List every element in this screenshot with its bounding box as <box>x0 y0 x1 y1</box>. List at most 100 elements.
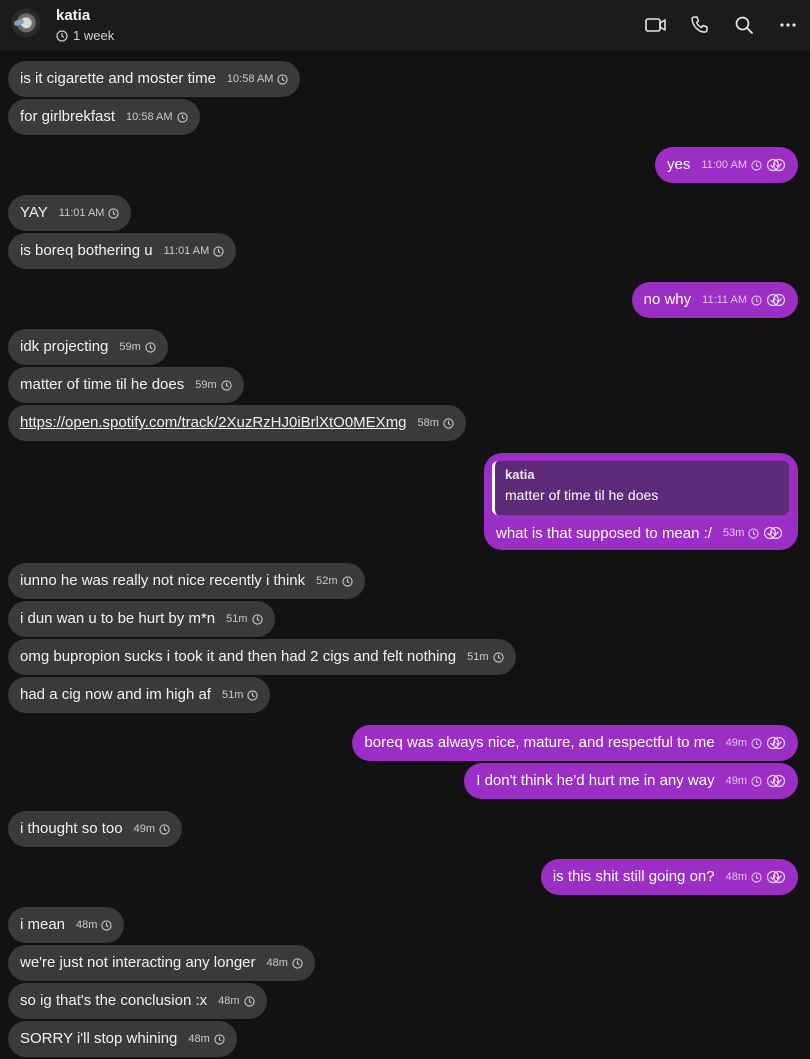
message-time: 10:58 AM <box>226 73 274 85</box>
message-text: YAY <box>20 204 48 221</box>
phone-icon[interactable] <box>678 3 722 47</box>
message-bubble-incoming[interactable]: had a cig now and im high af 51m <box>8 677 271 713</box>
message-meta: 11:01 AM <box>59 195 120 231</box>
message-bubble-incoming[interactable]: matter of time til he does 59m <box>8 367 244 403</box>
clock-icon <box>751 871 762 883</box>
clock-icon <box>159 823 170 835</box>
clock-icon <box>492 651 504 663</box>
message-meta: 11:11 AM <box>702 282 786 318</box>
read-receipt-icon <box>766 870 786 884</box>
message-bubble-incoming[interactable]: YAY 11:01 AM <box>8 195 132 231</box>
message-bubble-incoming[interactable]: SORRY i'll stop whining 48m <box>8 1021 237 1057</box>
message-time: 11:01 AM <box>163 245 210 257</box>
clock-icon <box>751 737 762 749</box>
message-bubble-incoming[interactable]: for girlbrekfast 10:58 AM <box>8 99 200 135</box>
message-bubble-incoming[interactable]: we're just not interacting any longer 48m <box>8 945 315 981</box>
message-bubble-incoming[interactable]: is it cigarette and moster time 10:58 AM <box>8 61 301 97</box>
message-text: so ig that's the conclusion :x <box>20 992 208 1009</box>
message-text: is this shit still going on? <box>552 868 715 885</box>
message-bubble-outgoing[interactable]: boreq was always nice, mature, and respe… <box>352 725 798 761</box>
clock-icon <box>214 1033 225 1045</box>
message-bubble-incoming[interactable]: omg bupropion sucks i took it and then h… <box>8 639 516 675</box>
message-text: is it cigarette and moster time <box>20 70 216 87</box>
message-text: omg bupropion sucks i took it and then h… <box>20 648 457 665</box>
message-time: 10:58 AM <box>126 111 173 123</box>
message-text: boreq was always nice, mature, and respe… <box>364 734 715 751</box>
clock-icon <box>176 111 188 123</box>
clock-icon <box>751 159 762 171</box>
message-link[interactable]: https://open.spotify.com/track/2XuzRzHJ0… <box>20 405 407 441</box>
clock-icon <box>251 613 263 625</box>
message-bubble-incoming[interactable]: is boreq bothering u 11:01 AM <box>8 233 237 269</box>
message-meta: 52m <box>316 563 353 599</box>
clock-icon <box>101 919 113 931</box>
search-icon[interactable] <box>722 3 766 47</box>
message-time: 53m <box>722 527 745 539</box>
message-time: 48m <box>266 957 288 969</box>
message-time: 52m <box>316 575 338 587</box>
clock-icon <box>292 957 303 969</box>
message-text: i dun wan u to be hurt by m*n <box>20 610 216 627</box>
message-bubble-incoming[interactable]: i thought so too 49m <box>8 811 182 847</box>
clock-icon <box>341 575 353 587</box>
message-meta: 49m <box>134 811 170 847</box>
message-meta: 11:00 AM <box>701 147 786 183</box>
message-text: matter of time til he does <box>20 376 185 393</box>
message-text: no why <box>643 291 692 308</box>
message-bubble-incoming[interactable]: i mean 48m <box>8 907 125 943</box>
contact-name[interactable]: katia <box>56 7 90 24</box>
message-meta: 48m <box>188 1021 225 1057</box>
message-text: iunno he was really not nice recently i … <box>20 572 306 589</box>
message-bubble-outgoing[interactable]: is this shit still going on? 48m <box>540 859 798 895</box>
message-meta: 10:58 AM <box>226 61 289 97</box>
avatar[interactable] <box>8 8 41 41</box>
clock-icon <box>748 527 760 539</box>
message-time: 11:00 AM <box>701 159 747 171</box>
message-bubble-incoming[interactable]: i dun wan u to be hurt by m*n 51m <box>8 601 275 637</box>
message-text: we're just not interacting any longer <box>20 954 256 971</box>
message-bubble-outgoing[interactable]: yes 11:00 AM <box>654 147 798 183</box>
more-icon[interactable] <box>766 3 810 47</box>
message-bubble-incoming[interactable]: idk projecting 59m <box>8 329 168 365</box>
message-bubble-outgoing[interactable]: I don't think he'd hurt me in any way 49m <box>464 763 798 799</box>
message-time: 49m <box>725 737 747 749</box>
message-time: 51m <box>221 689 244 701</box>
message-meta: 10:58 AM <box>126 99 188 135</box>
message-meta: 59m <box>195 367 232 403</box>
video-call-icon[interactable] <box>634 3 678 47</box>
last-seen-text: 1 week <box>73 28 115 43</box>
quoted-author: katia <box>505 467 535 482</box>
message-text: i thought so too <box>20 820 123 837</box>
message-time: 59m <box>195 379 217 391</box>
message-text: SORRY i'll stop whining <box>20 1030 178 1047</box>
clock-icon <box>213 245 224 257</box>
message-bubble-incoming[interactable]: https://open.spotify.com/track/2XuzRzHJ0… <box>8 405 466 441</box>
clock-icon <box>751 775 762 787</box>
message-meta: 49m <box>726 763 786 799</box>
message-meta: 58m <box>418 405 454 441</box>
clock-icon <box>145 341 156 353</box>
message-meta: 59m <box>119 329 156 365</box>
clock-icon <box>221 379 232 391</box>
message-meta: 48m <box>726 859 786 895</box>
message-bubble-outgoing[interactable]: katia matter of time til he does what is t… <box>484 453 798 550</box>
chat-header: katia 1 week <box>0 0 810 50</box>
message-time: 51m <box>467 651 489 663</box>
message-time: 11:01 AM <box>58 207 105 219</box>
message-text: what is that supposed to mean :/ <box>496 524 712 542</box>
quoted-message[interactable]: katia matter of time til he does <box>492 461 789 515</box>
message-bubble-incoming[interactable]: iunno he was really not nice recently i … <box>8 563 365 599</box>
message-time: 49m <box>133 823 155 835</box>
clock-icon <box>56 29 68 42</box>
message-time: 48m <box>76 919 98 931</box>
read-receipt-icon <box>766 774 786 788</box>
clock-icon <box>108 207 120 219</box>
message-bubble-incoming[interactable]: so ig that's the conclusion :x 48m <box>8 983 267 1019</box>
message-meta: 11:01 AM <box>164 233 225 269</box>
message-bubble-outgoing[interactable]: no why 11:11 AM <box>631 282 798 318</box>
message-text: for girlbrekfast <box>20 108 116 125</box>
message-meta: 51m <box>221 677 259 713</box>
message-meta: 48m <box>76 907 113 943</box>
message-time: 11:11 AM <box>702 294 747 306</box>
message-meta: 48m <box>218 983 255 1019</box>
